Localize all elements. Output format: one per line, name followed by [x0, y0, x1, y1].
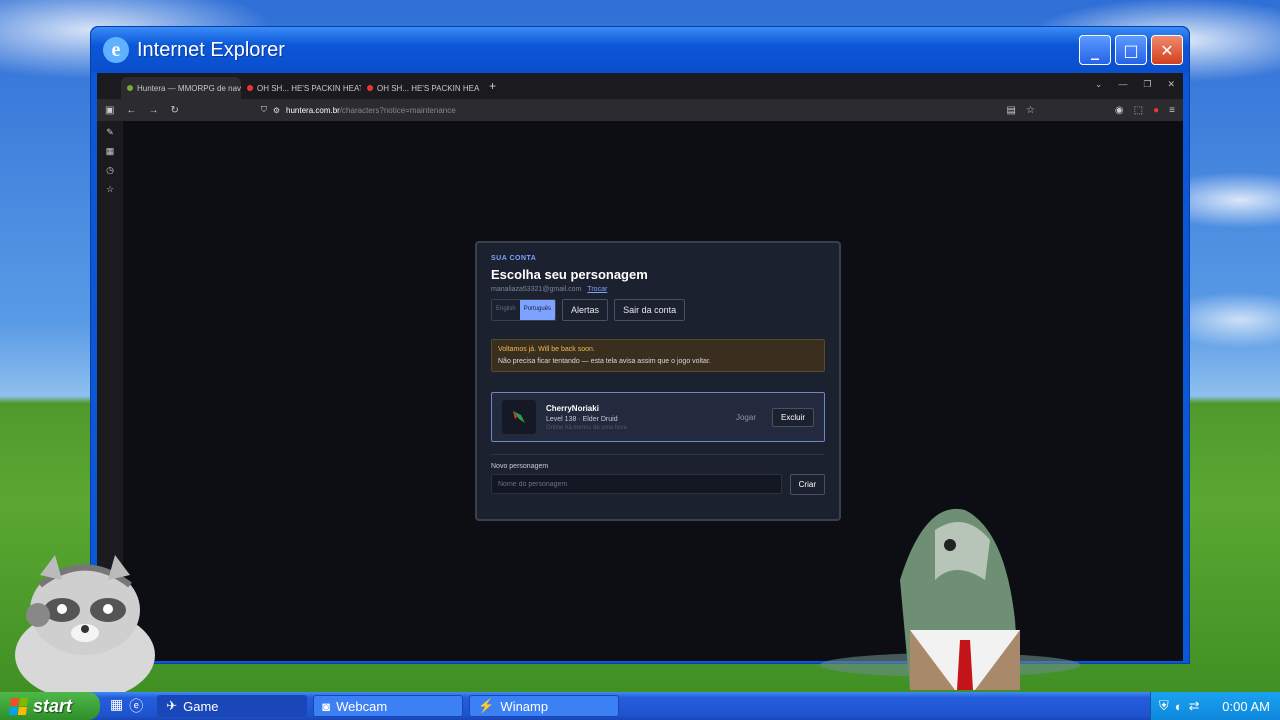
- reload-icon[interactable]: ↻: [170, 105, 178, 116]
- character-row[interactable]: CherryNoriaki Level 138 · Elder Druid On…: [491, 392, 825, 442]
- forward-icon[interactable]: →: [148, 105, 158, 116]
- notice-text: Não precisa ficar tentando — esta tela a…: [498, 358, 711, 365]
- window-title: Internet Explorer: [137, 38, 285, 61]
- logout-button[interactable]: Sair da conta: [614, 299, 686, 321]
- account-email-row: manaliaza53321@gmail.com Trocar: [491, 286, 825, 293]
- task-webcam[interactable]: ◙ Webcam: [313, 695, 464, 717]
- windows-logo-icon: [8, 697, 29, 715]
- lang-portuguese-option[interactable]: Português: [519, 300, 556, 320]
- character-avatar: [502, 400, 536, 434]
- character-level: Level 138 · Elder Druid: [546, 415, 618, 423]
- minimize-button[interactable]: _: [1079, 35, 1111, 65]
- shield-icon: ⛉: [260, 105, 267, 114]
- tab-label: Huntera — MMORPG de naveg: [137, 83, 241, 93]
- tab-label: OH SH... HE'S PACKIN HEA: [377, 83, 480, 93]
- browser-minimize-icon[interactable]: —: [1118, 79, 1127, 90]
- tab-youtube-1[interactable]: OH SH... HE'S PACKIN HEAT!! | ✕: [241, 77, 361, 99]
- speaker-icon[interactable]: ◐: [1175, 699, 1183, 714]
- address-bar[interactable]: ⛉ ⚙ huntera.com.br/characters?notice=mai…: [261, 105, 456, 115]
- taskbar: start ▦ ⓔ ✈ Game ◙ Webcam ⚡ Winamp ⛨ ◐ ⇄…: [0, 692, 1280, 720]
- quick-launch: ▦ ⓔ: [110, 696, 143, 716]
- network-icon[interactable]: ⇄: [1189, 698, 1200, 714]
- character-name: CherryNoriaki: [546, 403, 599, 413]
- browser-restore-icon[interactable]: ❐: [1143, 79, 1151, 90]
- notice-title: Voltamos já. Will be back soon.: [498, 346, 595, 353]
- url-host: huntera.com.br: [286, 105, 340, 115]
- delete-button[interactable]: Excluir: [771, 407, 814, 427]
- swap-account-link[interactable]: Trocar: [587, 286, 607, 293]
- start-button[interactable]: start: [0, 692, 100, 720]
- task-label: Winamp: [500, 698, 549, 714]
- clock[interactable]: 0:00 AM: [1222, 699, 1270, 714]
- favorites-icon[interactable]: ☆: [106, 184, 114, 195]
- tab-youtube-2[interactable]: OH SH... HE'S PACKIN HEA ✕: [361, 77, 481, 99]
- play-button[interactable]: Jogar: [730, 409, 762, 426]
- youtube-icon: [247, 85, 253, 91]
- language-toggle: English Português: [491, 299, 557, 321]
- tab-huntera[interactable]: Huntera — MMORPG de naveg ✕: [121, 77, 241, 99]
- ie-titlebar[interactable]: e Internet Explorer _ □ ✕: [91, 27, 1189, 73]
- back-icon[interactable]: ←: [126, 105, 136, 116]
- new-character-label: Novo personagem: [491, 463, 549, 470]
- browser-toolbar: ▣ ← → ↻ ⛉ ⚙ huntera.com.br/characters?no…: [97, 99, 1183, 121]
- account-icon[interactable]: ◉: [1115, 105, 1124, 116]
- task-winamp[interactable]: ⚡ Winamp: [469, 695, 620, 717]
- ie-logo-icon: e: [103, 37, 129, 63]
- system-tray: ⛨ ◐ ⇄ 0:00 AM: [1150, 692, 1280, 720]
- maximize-button[interactable]: □: [1115, 35, 1147, 65]
- record-icon[interactable]: ●: [1153, 105, 1159, 116]
- webcam-icon: ◙: [322, 698, 331, 714]
- page-title: Escolha seu personagem: [491, 267, 648, 282]
- reader-icon[interactable]: ▤: [1007, 105, 1016, 116]
- extensions-icon[interactable]: ⬚: [1134, 105, 1143, 116]
- character-name-input[interactable]: [491, 474, 782, 494]
- tabs-icon[interactable]: ▦: [106, 146, 115, 157]
- game-icon: ✈: [166, 698, 178, 713]
- favicon-icon: [127, 85, 133, 91]
- raccoon-avatar: [15, 555, 155, 695]
- bookmark-star-icon[interactable]: ☆: [1026, 105, 1035, 116]
- account-email: manaliaza53321@gmail.com: [491, 286, 582, 293]
- character-online-status: Online há menos de uma hora: [546, 424, 627, 431]
- maintenance-notice: Voltamos já. Will be back soon. Não prec…: [491, 339, 825, 372]
- tab-label: OH SH... HE'S PACKIN HEAT!! |: [257, 83, 361, 93]
- tools-icon[interactable]: ✎: [106, 127, 114, 138]
- task-label: Game: [183, 698, 219, 714]
- show-desktop-icon[interactable]: ▦: [110, 696, 123, 716]
- task-label: Webcam: [336, 698, 388, 714]
- site-settings-icon[interactable]: ⚙: [273, 106, 280, 115]
- task-game[interactable]: ✈ Game: [157, 695, 308, 717]
- fish-avatar: [820, 508, 1080, 690]
- tab-bar: Huntera — MMORPG de naveg ✕ OH SH... HE'…: [97, 73, 1183, 99]
- alerts-button[interactable]: Alertas: [562, 299, 609, 321]
- menu-icon[interactable]: ≡: [1169, 105, 1175, 116]
- security-shield-icon[interactable]: ⛨: [1159, 698, 1169, 714]
- close-button[interactable]: ✕: [1151, 35, 1183, 65]
- url-path: /characters?notice=maintenance: [339, 105, 456, 115]
- sidebar-toggle-icon[interactable]: ▣: [105, 105, 114, 116]
- start-label: start: [33, 695, 73, 716]
- tab-list-icon[interactable]: ⌄: [1095, 79, 1103, 90]
- youtube-icon: [367, 85, 373, 91]
- history-icon[interactable]: ◷: [106, 165, 114, 176]
- character-select-card: SUA CONTA Escolha seu personagem manalia…: [475, 241, 841, 521]
- divider: [491, 454, 825, 455]
- create-button[interactable]: Criar: [789, 474, 825, 495]
- parrot-icon: [513, 411, 525, 423]
- new-tab-button[interactable]: +: [481, 79, 504, 93]
- winamp-icon: ⚡: [478, 698, 495, 713]
- browser-close-icon[interactable]: ✕: [1167, 79, 1175, 90]
- ie-quicklaunch-icon[interactable]: ⓔ: [129, 696, 143, 716]
- lang-english-option[interactable]: English: [492, 300, 520, 320]
- account-kicker: SUA CONTA: [491, 255, 537, 262]
